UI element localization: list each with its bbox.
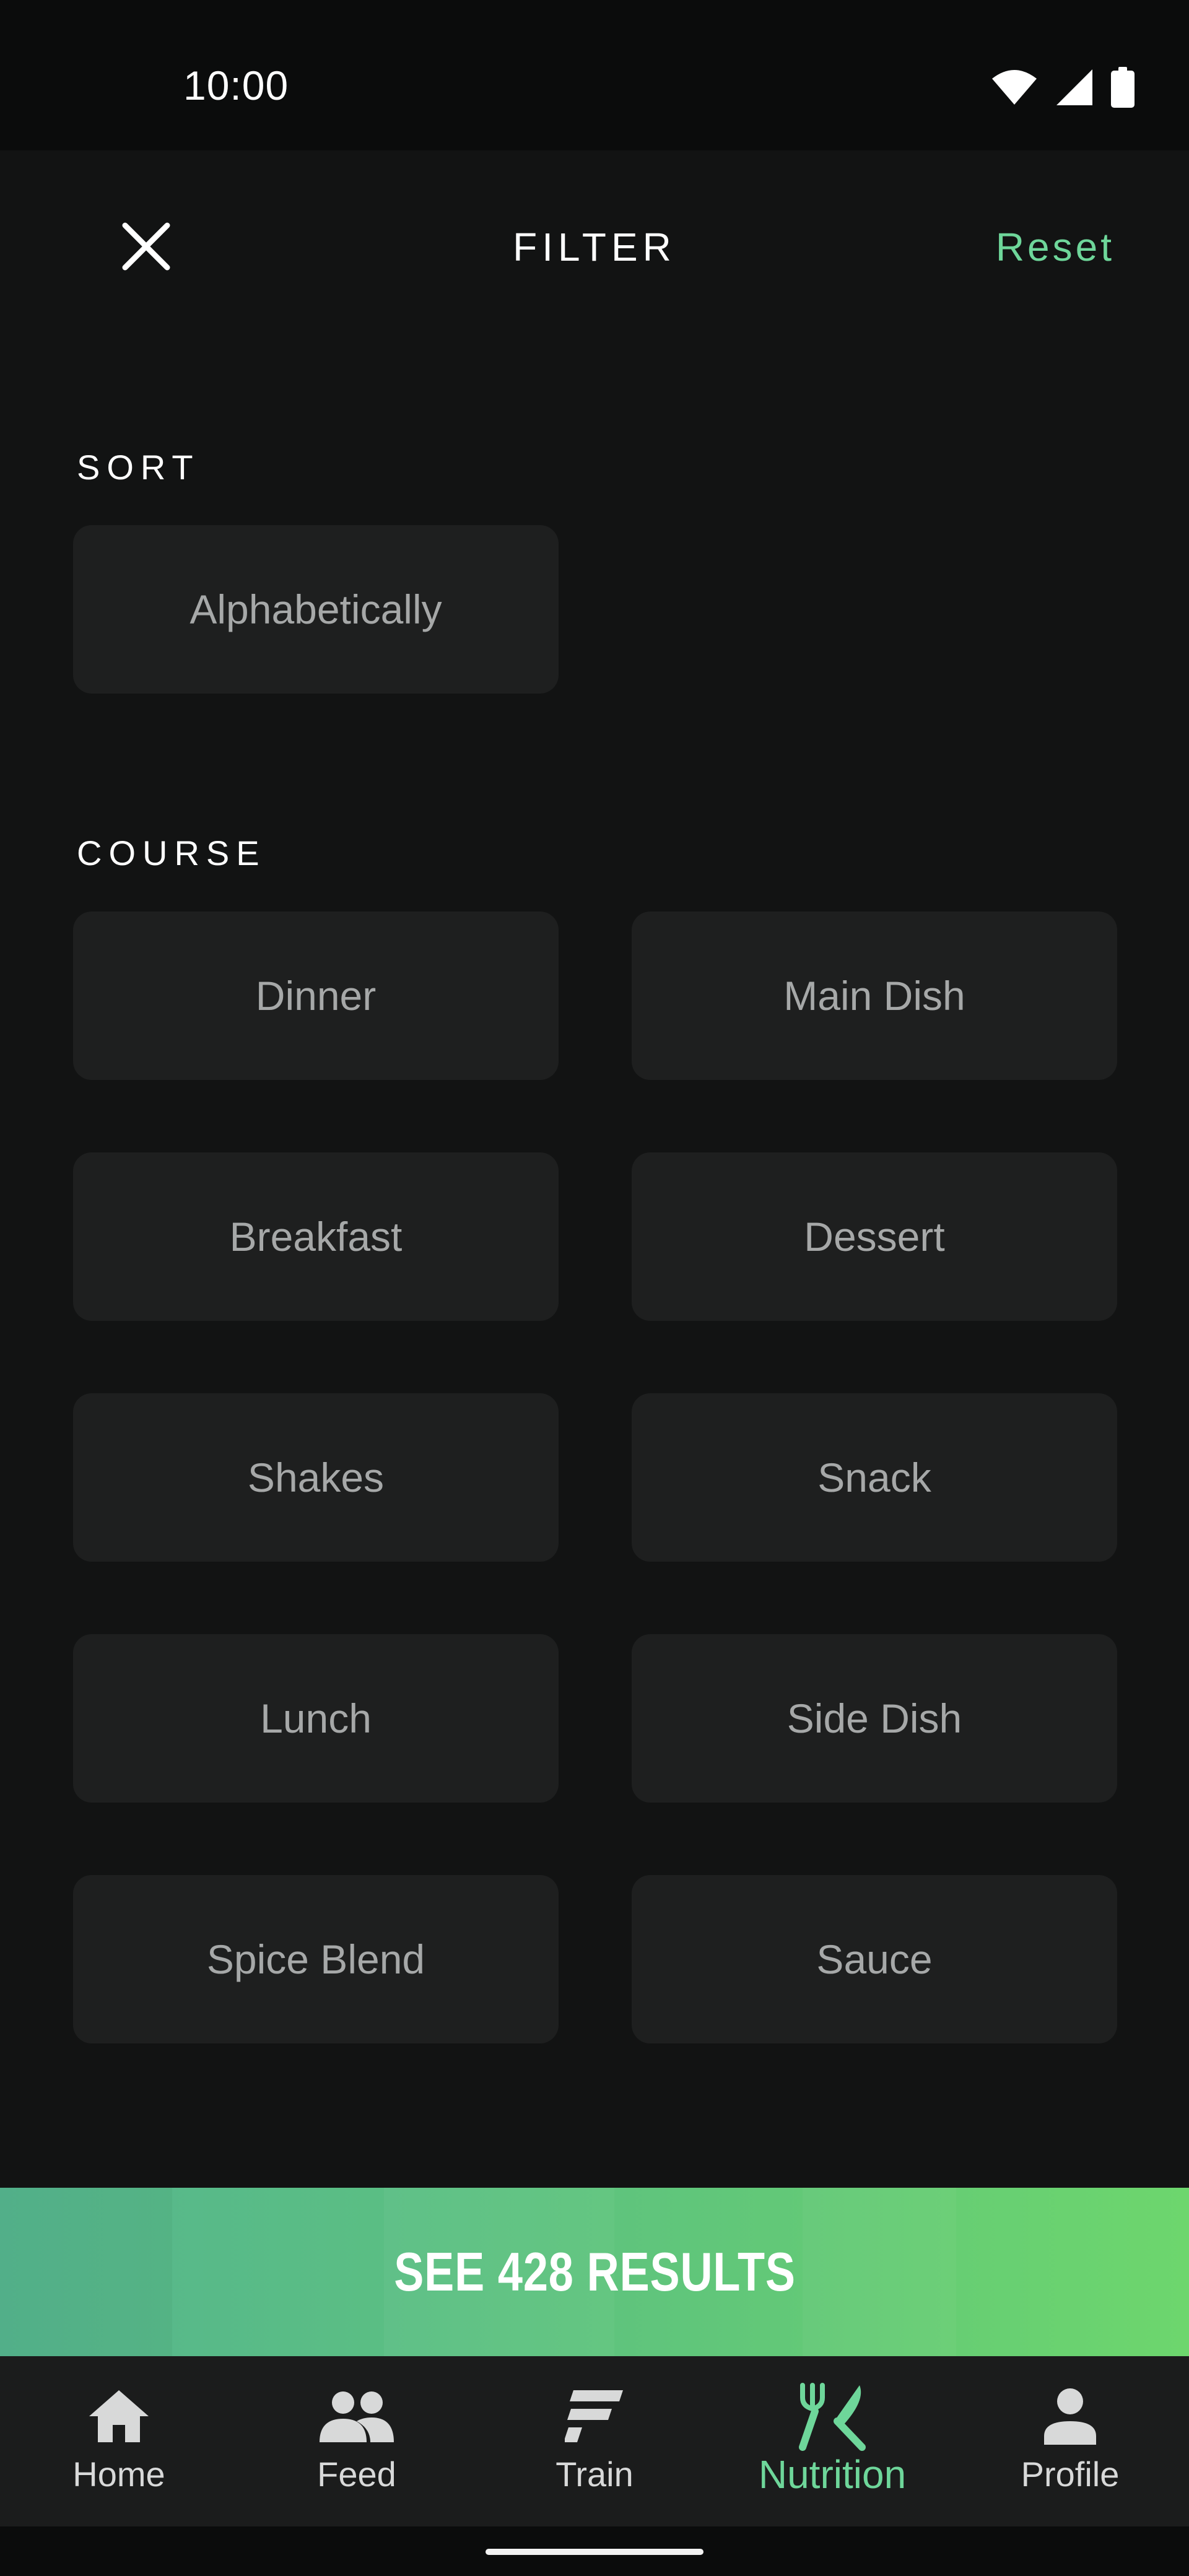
sort-option-alphabetically[interactable]: Alphabetically (73, 525, 559, 694)
home-icon (87, 2382, 151, 2450)
see-results-button[interactable]: SEE 428 RESULTS (0, 2188, 1189, 2356)
course-option-side-dish[interactable]: Side Dish (632, 1634, 1117, 1803)
nav-label-train: Train (555, 2455, 634, 2494)
nav-label-nutrition: Nutrition (758, 2452, 907, 2497)
course-option-shakes[interactable]: Shakes (73, 1393, 559, 1562)
person-icon (1043, 2382, 1097, 2450)
battery-icon (1111, 66, 1135, 111)
course-option-lunch[interactable]: Lunch (73, 1634, 559, 1803)
nav-item-train[interactable]: Train (476, 2356, 713, 2526)
reset-button[interactable]: Reset (996, 224, 1115, 270)
fork-knife-icon (798, 2382, 867, 2451)
nav-item-nutrition[interactable]: Nutrition (713, 2356, 951, 2526)
nav-label-feed: Feed (317, 2455, 396, 2494)
bottom-nav: Home Feed Train Nutrition Profile (0, 2356, 1189, 2526)
course-option-main-dish[interactable]: Main Dish (632, 912, 1117, 1080)
course-option-dessert[interactable]: Dessert (632, 1152, 1117, 1321)
status-time: 10:00 (183, 63, 289, 108)
course-section-title: COURSE (77, 833, 266, 872)
wifi-icon (991, 69, 1038, 109)
course-option-dinner[interactable]: Dinner (73, 912, 559, 1080)
nav-item-home[interactable]: Home (0, 2356, 238, 2526)
gesture-handle[interactable] (486, 2549, 703, 2555)
status-icons (991, 66, 1135, 111)
nav-label-home: Home (72, 2455, 165, 2494)
course-option-sauce[interactable]: Sauce (632, 1875, 1117, 2043)
people-icon (318, 2382, 395, 2450)
cellular-signal-icon (1055, 68, 1094, 110)
nav-label-profile: Profile (1021, 2455, 1120, 2494)
sort-section-title: SORT (77, 448, 200, 487)
course-option-breakfast[interactable]: Breakfast (73, 1152, 559, 1321)
see-results-label: SEE 428 RESULTS (393, 2241, 796, 2302)
train-icon (565, 2382, 624, 2450)
course-option-spice-blend[interactable]: Spice Blend (73, 1875, 559, 2043)
nav-item-feed[interactable]: Feed (238, 2356, 476, 2526)
nav-item-profile[interactable]: Profile (951, 2356, 1189, 2526)
course-option-snack[interactable]: Snack (632, 1393, 1117, 1562)
